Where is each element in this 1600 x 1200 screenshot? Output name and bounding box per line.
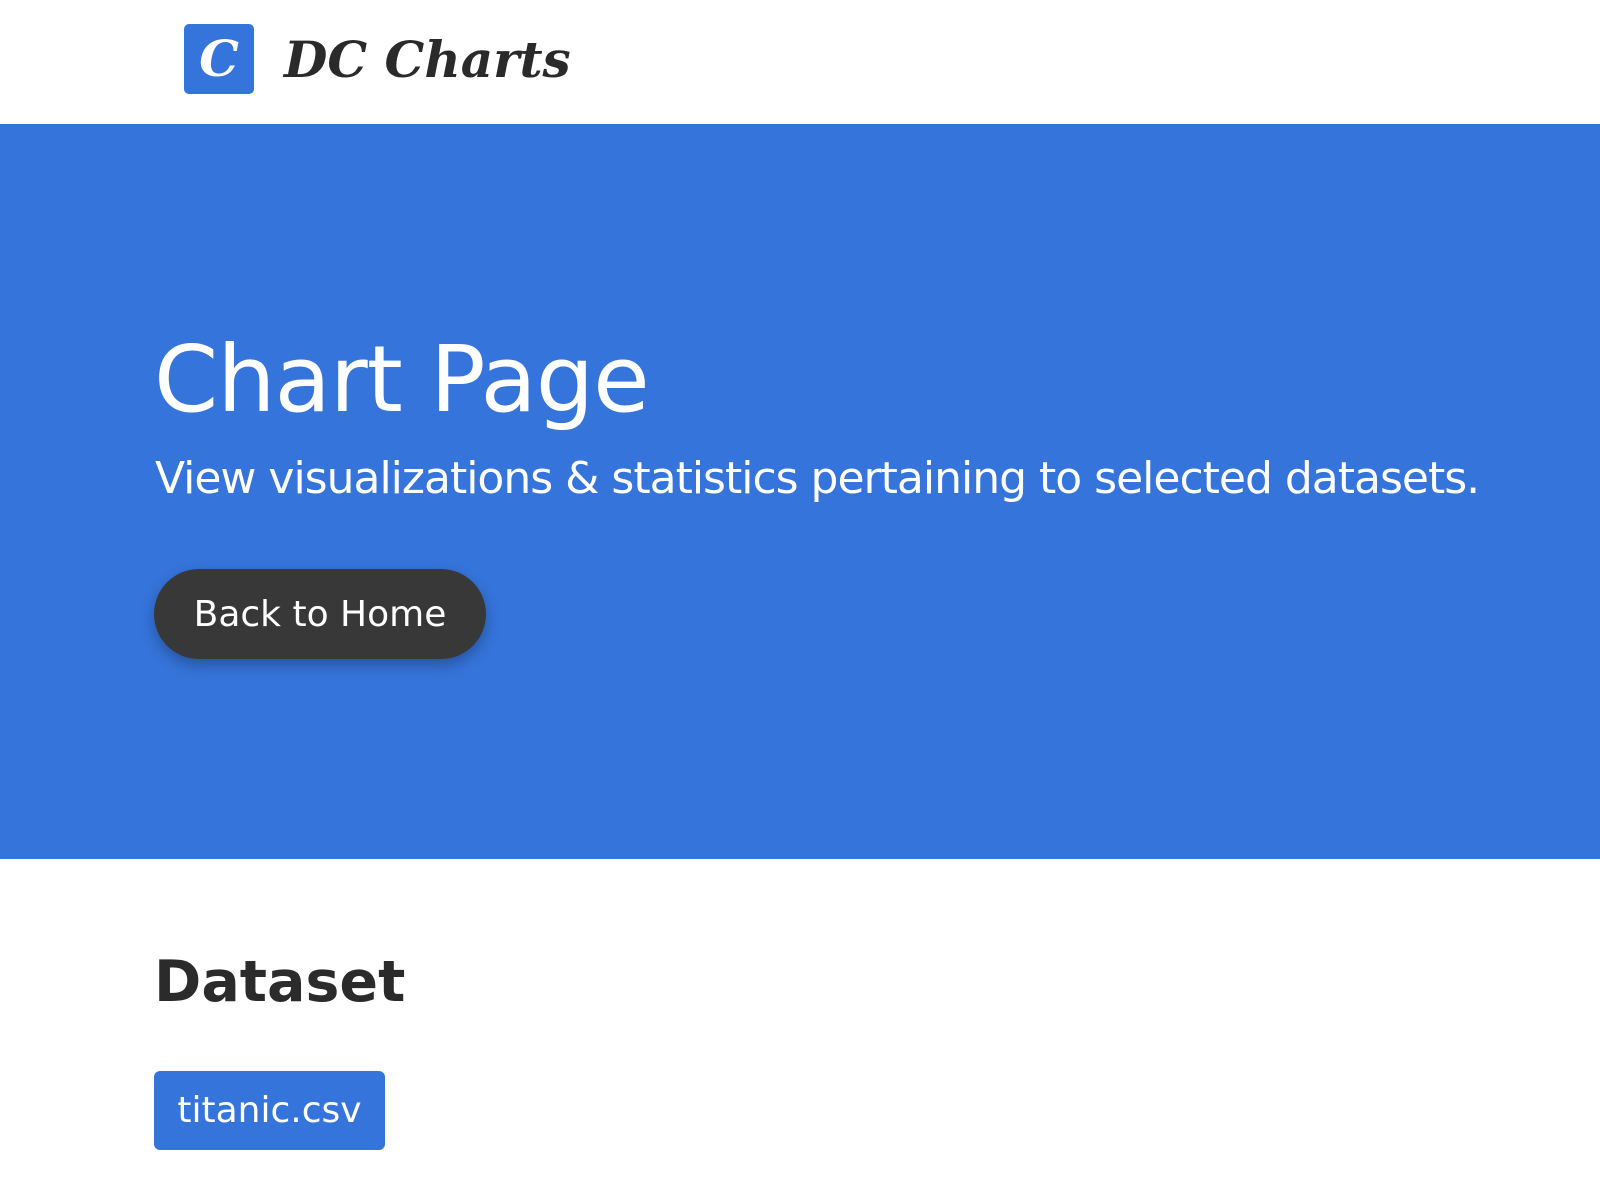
dataset-section: Dataset titanic.csv [0, 859, 1600, 1200]
hero-section: Chart Page View visualizations & statist… [0, 124, 1600, 859]
dataset-heading: Dataset [154, 949, 406, 1015]
brand-logo-icon: C [184, 24, 254, 94]
top-navbar: C DC Charts [0, 0, 1600, 124]
page-title: Chart Page [154, 326, 650, 433]
brand-name: DC Charts [284, 29, 571, 89]
brand-home-link[interactable]: C DC Charts [184, 24, 571, 94]
page-subtitle: View visualizations & statistics pertain… [155, 453, 1480, 504]
back-to-home-button[interactable]: Back to Home [154, 569, 486, 659]
dataset-file-button[interactable]: titanic.csv [154, 1071, 385, 1150]
